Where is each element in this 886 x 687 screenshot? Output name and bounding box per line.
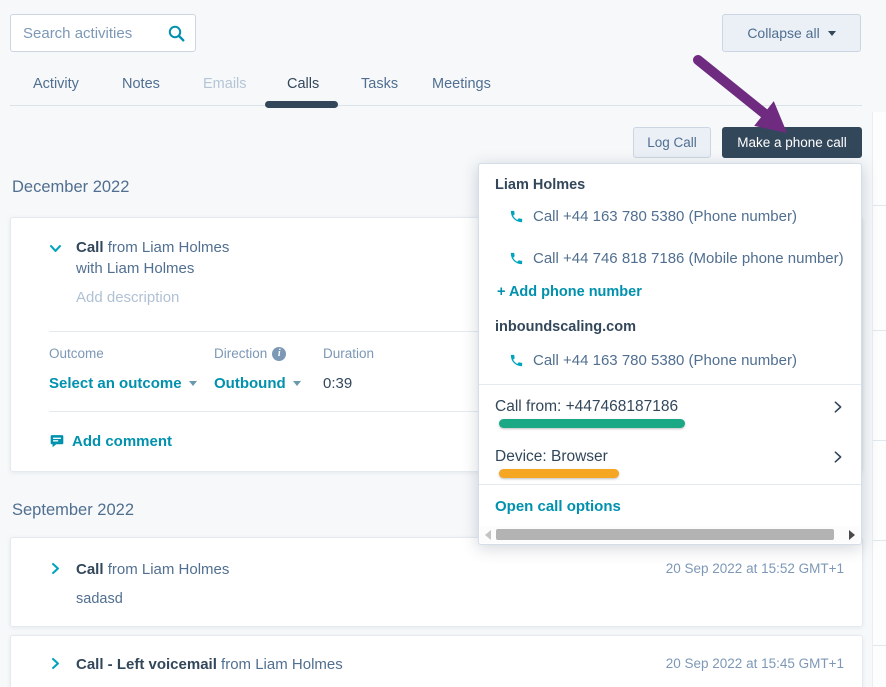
call-card-september-1: Call from Liam Holmes sadasd 20 Sep 2022… xyxy=(10,537,863,627)
collapse-all-label: Collapse all xyxy=(747,25,819,41)
horizontal-scrollbar[interactable] xyxy=(480,526,860,543)
duration-value: 0:39 xyxy=(323,375,374,392)
outcome-label: Outcome xyxy=(49,346,197,361)
scrollbar-thumb[interactable] xyxy=(496,529,834,540)
direction-field: Direction i Outbound xyxy=(214,346,301,392)
activity-timeline-screen: Collapse all Activity Notes Emails Calls… xyxy=(0,0,886,687)
call-card-description: sadasd xyxy=(76,591,123,607)
add-comment-label: Add comment xyxy=(72,433,172,450)
tab-calls[interactable]: Calls xyxy=(287,76,319,92)
chevron-right-icon xyxy=(831,450,845,464)
search-input[interactable] xyxy=(23,25,168,42)
phone-icon xyxy=(509,353,524,368)
call-card-timestamp: 20 Sep 2022 at 15:52 GMT+1 xyxy=(666,561,844,576)
open-call-options-button[interactable]: Open call options xyxy=(495,498,621,515)
orange-underline-annotation xyxy=(499,469,619,478)
chevron-right-icon[interactable] xyxy=(49,562,62,575)
chevron-down-icon[interactable] xyxy=(49,242,62,255)
tab-activity[interactable]: Activity xyxy=(33,76,79,92)
chevron-right-icon xyxy=(831,400,845,414)
call-from-label: Call from: +447468187186 xyxy=(495,398,678,416)
scroll-right-arrow-icon[interactable] xyxy=(844,526,860,543)
collapse-all-button[interactable]: Collapse all xyxy=(722,14,861,52)
make-phone-call-label: Make a phone call xyxy=(737,135,847,150)
search-box[interactable] xyxy=(10,14,196,52)
outcome-value: Select an outcome xyxy=(49,375,182,392)
add-description-field[interactable]: Add description xyxy=(76,289,179,306)
popover-company-name: inboundscaling.com xyxy=(495,319,636,335)
call-card-september-2: Call - Left voicemail from Liam Holmes 2… xyxy=(10,635,863,687)
outcome-select[interactable]: Select an outcome xyxy=(49,375,197,392)
duration-label: Duration xyxy=(323,346,374,361)
direction-value: Outbound xyxy=(214,375,286,392)
add-comment-button[interactable]: Add comment xyxy=(49,433,172,450)
caret-down-icon xyxy=(828,31,836,36)
call-from-row[interactable]: Call from: +447468187186 xyxy=(495,398,845,416)
call-number-option[interactable]: Call +44 163 780 5380 (Phone number) xyxy=(509,208,797,225)
call-card-title: Call from Liam Holmes xyxy=(76,559,229,580)
right-panel-edge xyxy=(872,112,886,687)
chevron-right-icon[interactable] xyxy=(49,657,62,670)
log-call-button[interactable]: Log Call xyxy=(633,127,711,158)
green-underline-annotation xyxy=(499,419,685,428)
call-card-title-type: Call xyxy=(76,561,104,578)
phone-icon xyxy=(509,209,524,224)
call-card-subtitle: with Liam Holmes xyxy=(76,260,194,277)
call-card-timestamp: 20 Sep 2022 at 15:45 GMT+1 xyxy=(666,656,844,671)
add-phone-number-button[interactable]: + Add phone number xyxy=(497,284,642,300)
scrollbar-track[interactable] xyxy=(496,526,844,543)
call-number-option[interactable]: Call +44 746 818 7186 (Mobile phone numb… xyxy=(509,250,844,267)
call-card-title-type: Call - Left voicemail xyxy=(76,656,217,673)
popover-contact-name: Liam Holmes xyxy=(495,177,585,193)
direction-select[interactable]: Outbound xyxy=(214,375,301,392)
section-title-december: December 2022 xyxy=(12,178,129,197)
call-number-label: Call +44 163 780 5380 (Phone number) xyxy=(533,352,797,369)
call-number-label: Call +44 746 818 7186 (Mobile phone numb… xyxy=(533,250,844,267)
device-label: Device: Browser xyxy=(495,448,608,466)
active-tab-indicator xyxy=(265,101,338,108)
direction-label: Direction xyxy=(214,346,267,361)
tab-tasks[interactable]: Tasks xyxy=(361,76,398,92)
make-call-popover: Liam Holmes Call +44 163 780 5380 (Phone… xyxy=(478,163,862,545)
tab-emails[interactable]: Emails xyxy=(203,76,247,92)
comment-icon xyxy=(49,434,65,449)
popover-divider xyxy=(479,384,861,385)
caret-down-icon xyxy=(189,381,197,386)
outcome-field: Outcome Select an outcome xyxy=(49,346,197,392)
call-card-title-type: Call xyxy=(76,239,104,256)
popover-divider xyxy=(479,484,861,485)
info-icon[interactable]: i xyxy=(272,347,286,361)
section-title-september: September 2022 xyxy=(12,501,134,520)
tabs-divider xyxy=(10,105,862,106)
call-number-label: Call +44 163 780 5380 (Phone number) xyxy=(533,208,797,225)
call-card-title-rest: from Liam Holmes xyxy=(221,656,343,673)
call-number-option[interactable]: Call +44 163 780 5380 (Phone number) xyxy=(509,352,797,369)
search-icon[interactable] xyxy=(168,25,185,42)
call-card-title-rest: from Liam Holmes xyxy=(108,239,230,256)
device-row[interactable]: Device: Browser xyxy=(495,448,845,466)
scroll-left-arrow-icon[interactable] xyxy=(480,526,496,543)
caret-down-icon xyxy=(293,381,301,386)
tab-meetings[interactable]: Meetings xyxy=(432,76,491,92)
make-phone-call-button[interactable]: Make a phone call xyxy=(722,127,862,158)
log-call-label: Log Call xyxy=(647,135,697,150)
call-card-title: Call - Left voicemail from Liam Holmes xyxy=(76,654,343,675)
phone-icon xyxy=(509,251,524,266)
tab-notes[interactable]: Notes xyxy=(122,76,160,92)
duration-field: Duration 0:39 xyxy=(323,346,374,392)
call-card-title-rest: from Liam Holmes xyxy=(108,561,230,578)
call-card-title: Call from Liam Holmes with Liam Holmes xyxy=(76,237,229,279)
